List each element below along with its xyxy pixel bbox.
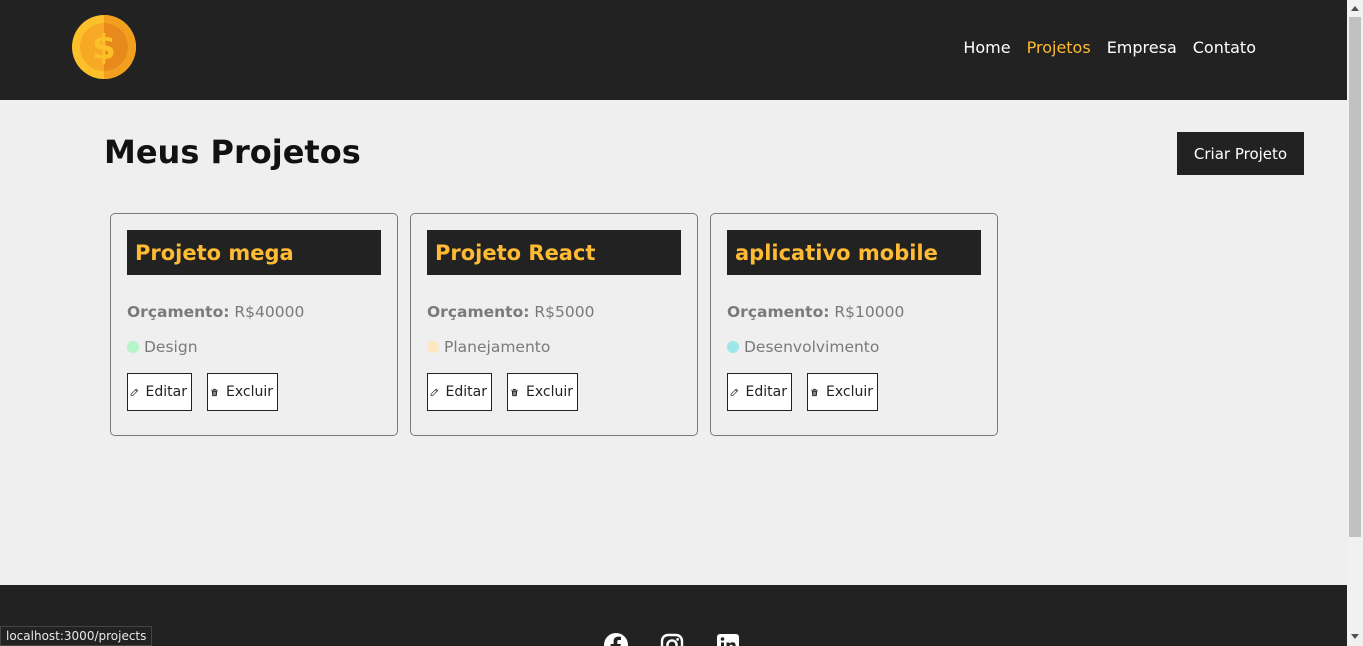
footer: [0, 585, 1347, 646]
budget-label: Orçamento:: [427, 303, 530, 321]
pencil-icon: [730, 388, 739, 396]
edit-button[interactable]: Editar: [127, 373, 192, 411]
category-label: Planejamento: [444, 338, 551, 356]
category-dot: [427, 341, 439, 353]
scroll-down-arrow-icon[interactable]: [1351, 634, 1359, 639]
category-label: Design: [144, 338, 198, 356]
project-actions: Editar Excluir: [727, 373, 981, 411]
linkedin-icon[interactable]: [716, 633, 740, 646]
page-title: Meus Projetos: [104, 133, 361, 171]
project-title: aplicativo mobile: [727, 230, 981, 275]
project-card: aplicativo mobile Orçamento: R$10000 Des…: [710, 213, 998, 436]
facebook-icon[interactable]: [604, 633, 628, 646]
project-title: Projeto React: [427, 230, 681, 275]
instagram-icon[interactable]: [660, 633, 684, 646]
budget-label: Orçamento:: [127, 303, 230, 321]
nav-link-empresa[interactable]: Empresa: [1107, 38, 1177, 57]
project-category: Desenvolvimento: [727, 338, 981, 356]
nav-link-contato[interactable]: Contato: [1193, 38, 1256, 57]
trash-icon: [511, 388, 518, 396]
edit-label: Editar: [745, 384, 787, 400]
edit-button[interactable]: Editar: [427, 373, 492, 411]
delete-button[interactable]: Excluir: [207, 373, 278, 411]
project-budget: Orçamento: R$10000: [727, 303, 981, 321]
delete-label: Excluir: [526, 384, 573, 400]
scroll-thumb[interactable]: [1349, 17, 1361, 537]
delete-button[interactable]: Excluir: [507, 373, 578, 411]
nav-link-home[interactable]: Home: [963, 38, 1010, 57]
project-category: Planejamento: [427, 338, 681, 356]
project-card: Projeto mega Orçamento: R$40000 Design E…: [110, 213, 398, 436]
scrollbar[interactable]: [1347, 0, 1363, 646]
trash-icon: [211, 388, 218, 396]
project-title: Projeto mega: [127, 230, 381, 275]
pencil-icon: [430, 388, 439, 396]
budget-value: R$40000: [234, 303, 305, 321]
project-cards: Projeto mega Orçamento: R$40000 Design E…: [110, 213, 998, 436]
category-dot: [127, 341, 139, 353]
budget-label: Orçamento:: [727, 303, 830, 321]
nav-links: Home Projetos Empresa Contato: [963, 38, 1256, 57]
category-dot: [727, 341, 739, 353]
project-budget: Orçamento: R$5000: [427, 303, 681, 321]
project-actions: Editar Excluir: [127, 373, 381, 411]
trash-icon: [811, 388, 818, 396]
social-links: [604, 633, 740, 646]
project-budget: Orçamento: R$40000: [127, 303, 381, 321]
category-label: Desenvolvimento: [744, 338, 880, 356]
delete-label: Excluir: [226, 384, 273, 400]
svg-text:$: $: [92, 28, 116, 68]
project-category: Design: [127, 338, 381, 356]
navbar: $ Home Projetos Empresa Contato: [0, 0, 1347, 100]
pencil-icon: [130, 388, 139, 396]
project-card: Projeto React Orçamento: R$5000 Planejam…: [410, 213, 698, 436]
create-project-button[interactable]: Criar Projeto: [1177, 132, 1304, 175]
budget-value: R$10000: [834, 303, 905, 321]
project-actions: Editar Excluir: [427, 373, 681, 411]
edit-label: Editar: [145, 384, 187, 400]
delete-button[interactable]: Excluir: [807, 373, 878, 411]
coin-dollar-icon[interactable]: $: [72, 15, 136, 79]
scroll-up-arrow-icon[interactable]: [1351, 6, 1359, 11]
budget-value: R$5000: [534, 303, 595, 321]
delete-label: Excluir: [826, 384, 873, 400]
edit-label: Editar: [445, 384, 487, 400]
edit-button[interactable]: Editar: [727, 373, 792, 411]
status-bar-url: localhost:3000/projects: [0, 626, 153, 646]
nav-link-projetos[interactable]: Projetos: [1027, 38, 1091, 57]
